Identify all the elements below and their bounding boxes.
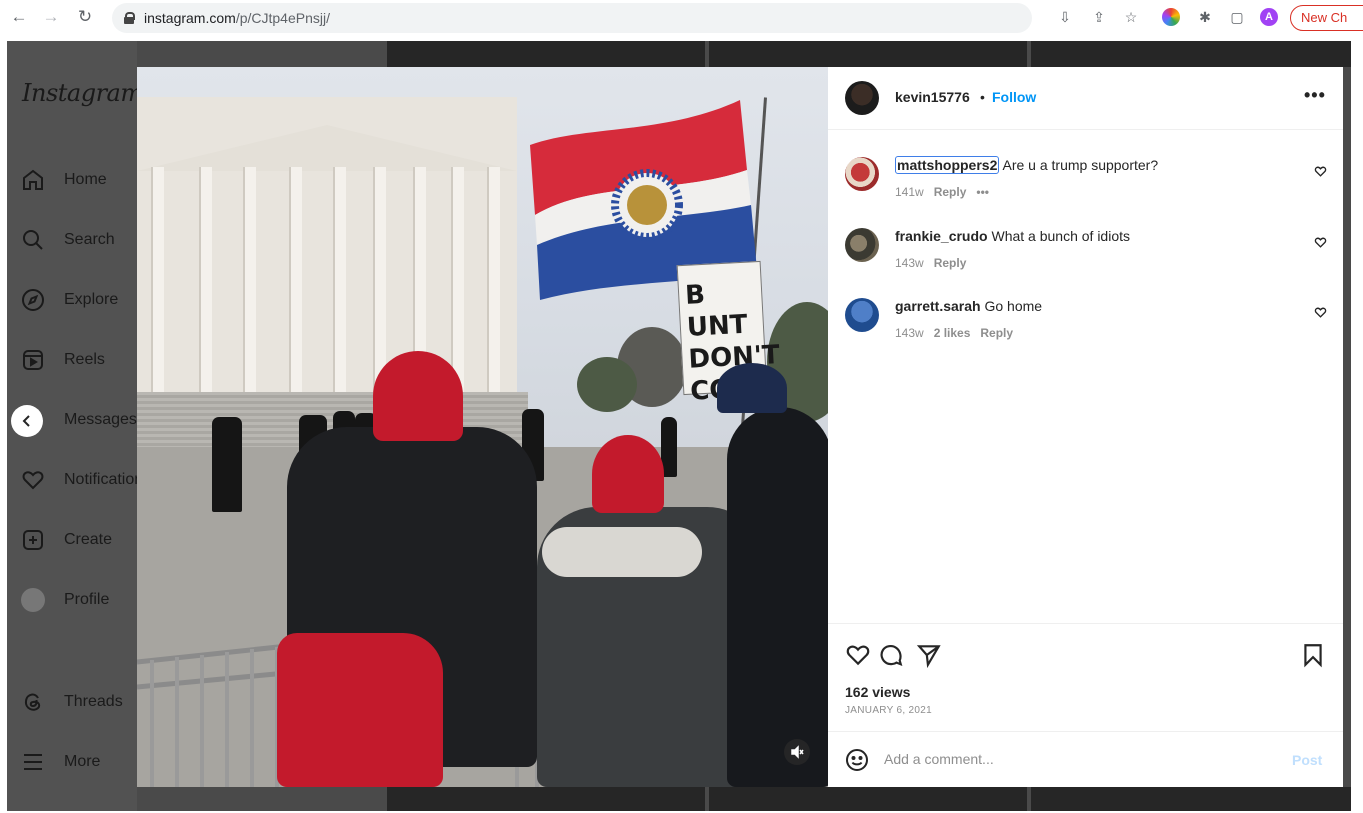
post-side-panel: kevin15776 • Follow ••• mattshoppers2 Ar… [828, 67, 1343, 787]
reply-button[interactable]: Reply [934, 185, 967, 199]
sidebar-item-search[interactable]: Search [21, 226, 115, 254]
post-media-video[interactable]: B UNTDON'TCOME [137, 67, 828, 787]
sidebar-item-create[interactable]: Create [21, 526, 112, 554]
red-beanie [373, 351, 463, 441]
sidebar-item-label: Create [64, 531, 113, 548]
comment-like-icon[interactable] [1314, 236, 1327, 249]
comment-input[interactable] [884, 746, 1274, 772]
install-app-icon[interactable]: ⇩ [1056, 8, 1074, 26]
comment-username[interactable]: frankie_crudo [895, 228, 988, 244]
sidebar-item-label: Profile [64, 591, 110, 608]
mute-button[interactable] [784, 739, 810, 765]
comment-item: frankie_crudo What a bunch of idiots 143… [828, 228, 1343, 288]
comment-username[interactable]: mattshoppers2 [895, 156, 1000, 174]
like-heart-icon[interactable] [845, 642, 871, 668]
post-header: kevin15776 • Follow ••• [828, 67, 1343, 130]
comment-age[interactable]: 143w [895, 256, 924, 270]
post-comment-button[interactable]: Post [1292, 752, 1322, 768]
sidebar: Instagram Home Search Explore Reels Mess… [7, 41, 151, 811]
red-hat-foreground [277, 633, 443, 787]
sidebar-item-explore[interactable]: Explore [21, 286, 118, 314]
address-bar[interactable]: instagram.com /p/CJtp4ePnsjj/ [112, 3, 1032, 33]
reply-button[interactable]: Reply [934, 256, 967, 270]
comment-item: mattshoppers2 Are u a trump supporter? 1… [828, 156, 1343, 217]
home-icon [23, 169, 43, 190]
share-plane-icon[interactable] [916, 642, 942, 668]
previous-post-button[interactable] [11, 405, 43, 437]
compass-icon [22, 289, 44, 311]
sidebar-item-profile[interactable]: Profile [21, 586, 109, 614]
commenter-avatar[interactable] [845, 228, 879, 262]
extensions-puzzle-icon[interactable]: ✱ [1196, 8, 1214, 26]
author-avatar[interactable] [845, 81, 879, 115]
sidebar-item-label: Explore [64, 291, 119, 308]
new-chrome-button[interactable]: New Ch [1290, 5, 1363, 31]
sidebar-item-label: Messages [64, 411, 137, 428]
comment-item: garrett.sarah Go home 143w 2 likes Reply [828, 298, 1343, 358]
add-comment-bar: Post [828, 731, 1343, 787]
plus-square-icon [23, 530, 43, 550]
sidebar-item-label: Reels [64, 351, 105, 368]
save-bookmark-icon[interactable] [1300, 642, 1326, 668]
post-modal: B UNTDON'TCOME kevin15776 • Follow ••• [137, 67, 1343, 787]
comment-more-icon[interactable]: ••• [976, 185, 989, 199]
profile-avatar-icon[interactable]: A [1260, 8, 1278, 26]
comment-text: Go home [984, 298, 1043, 314]
sidebar-item-label: Threads [64, 693, 123, 710]
comment-age[interactable]: 141w [895, 185, 924, 199]
comment-age[interactable]: 143w [895, 326, 924, 340]
chevron-left-icon [22, 415, 30, 427]
comment-text: Are u a trump supporter? [1002, 157, 1159, 173]
side-panel-icon[interactable]: ▢ [1228, 8, 1246, 26]
comment-like-icon[interactable] [1314, 306, 1327, 319]
follow-button[interactable]: Follow [992, 89, 1036, 105]
comment-text: What a bunch of idiots [991, 228, 1131, 244]
reload-icon[interactable]: ↻ [74, 6, 96, 28]
emoji-icon[interactable] [845, 748, 869, 772]
speaker-muted-icon [791, 745, 804, 759]
sidebar-item-label: Search [64, 231, 115, 248]
url-domain: instagram.com [144, 10, 236, 26]
sidebar-item-label: Home [64, 171, 107, 188]
comment-likes-count[interactable]: 2 likes [934, 326, 971, 340]
browser-toolbar: ← → ↻ instagram.com /p/CJtp4ePnsjj/ ⇩ ⇪ … [0, 0, 1363, 36]
commenter-avatar[interactable] [845, 298, 879, 332]
share-icon[interactable]: ⇪ [1090, 8, 1108, 26]
heart-icon [22, 471, 44, 490]
commenter-avatar[interactable] [845, 157, 879, 191]
view-count[interactable]: 162 views [845, 684, 910, 700]
forward-icon[interactable]: → [40, 6, 62, 28]
lock-icon [124, 12, 135, 24]
sidebar-item-reels[interactable]: Reels [21, 346, 105, 374]
post-actions: 162 views JANUARY 6, 2021 [828, 623, 1343, 731]
extension-color-icon[interactable] [1162, 8, 1180, 26]
sidebar-item-home[interactable]: Home [21, 166, 107, 194]
reels-icon [23, 350, 43, 370]
profile-avatar [21, 588, 45, 612]
threads-icon [24, 693, 41, 711]
header-separator: • [980, 89, 985, 105]
reply-button[interactable]: Reply [980, 326, 1013, 340]
sidebar-item-threads[interactable]: Threads [21, 688, 123, 716]
instagram-logo[interactable]: Instagram [22, 79, 143, 107]
comment-bubble-icon[interactable] [878, 642, 904, 668]
author-username[interactable]: kevin15776 [895, 89, 970, 105]
comment-username[interactable]: garrett.sarah [895, 298, 981, 314]
sidebar-item-more[interactable]: More [21, 748, 100, 776]
more-options-icon[interactable]: ••• [1304, 85, 1326, 106]
hamburger-icon [24, 754, 42, 770]
url-path: /p/CJtp4ePnsjj/ [235, 10, 330, 26]
comment-like-icon[interactable] [1314, 165, 1327, 178]
post-date[interactable]: JANUARY 6, 2021 [845, 705, 932, 716]
sidebar-item-label: More [64, 753, 101, 770]
back-icon[interactable]: ← [8, 6, 30, 28]
search-icon [23, 230, 43, 250]
sidebar-item-notifications[interactable]: Notifications [21, 466, 151, 494]
bookmark-star-icon[interactable]: ☆ [1122, 8, 1140, 26]
